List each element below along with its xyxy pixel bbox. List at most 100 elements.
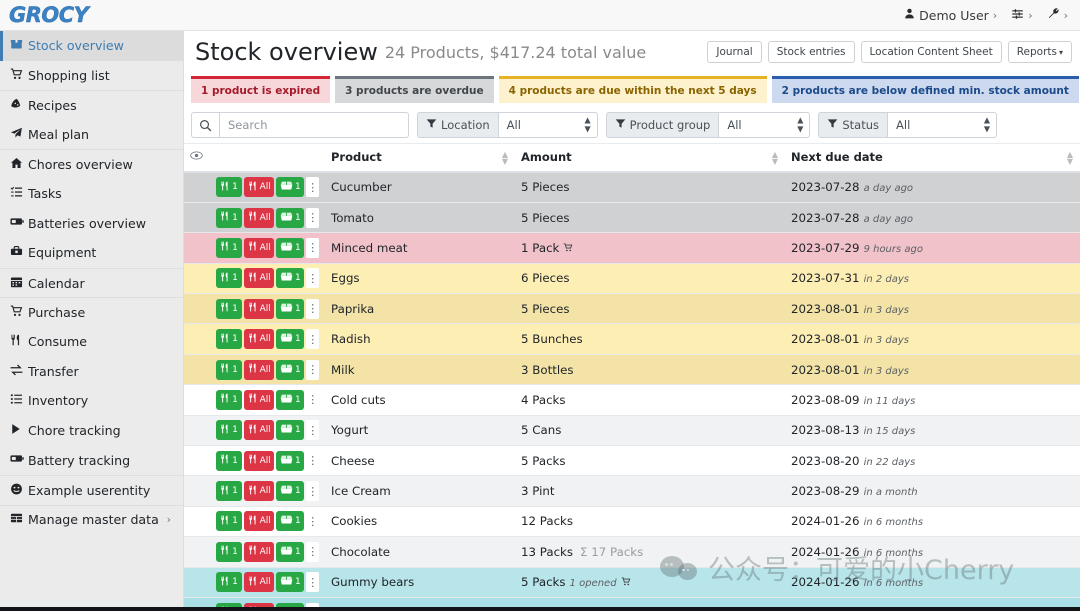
sidebar-item-battery-tracking[interactable]: Battery tracking xyxy=(0,445,183,475)
consume-all-button[interactable]: All xyxy=(244,177,275,198)
consume-one-button[interactable]: 1 xyxy=(216,298,242,319)
column-header-product[interactable]: Product ▲ ▼ xyxy=(325,144,515,173)
sidebar-item-shopping-list[interactable]: Shopping list xyxy=(0,61,183,91)
dots-vertical-icon[interactable]: ⋮ xyxy=(306,481,319,502)
consume-one-button[interactable]: 1 xyxy=(216,481,242,502)
dots-vertical-icon[interactable]: ⋮ xyxy=(306,359,319,380)
open-one-button[interactable]: 1 xyxy=(276,177,305,198)
status-card-overdue[interactable]: 3 products are overdue xyxy=(335,76,494,103)
consume-one-button[interactable]: 1 xyxy=(216,237,242,258)
consume-one-button[interactable]: 1 xyxy=(216,389,242,410)
location-filter-select[interactable]: All ▲ ▼ xyxy=(497,112,598,138)
open-one-button[interactable]: 1 xyxy=(276,389,305,410)
consume-one-button[interactable]: 1 xyxy=(216,177,242,198)
stock-entries-button[interactable]: Stock entries xyxy=(767,41,855,63)
consume-all-button[interactable]: All xyxy=(244,268,275,289)
consume-one-button[interactable]: 1 xyxy=(216,359,242,380)
open-one-button[interactable]: 1 xyxy=(276,420,305,441)
sidebar-item-batteries-overview[interactable]: Batteries overview xyxy=(0,209,183,239)
dots-vertical-icon[interactable]: ⋮ xyxy=(306,511,319,532)
consume-one-button[interactable]: 1 xyxy=(216,329,242,350)
status-card-duesoon[interactable]: 4 products are due within the next 5 day… xyxy=(498,76,767,103)
consume-one-button[interactable]: 1 xyxy=(216,450,242,471)
table-row[interactable]: 1 All 1 ⋮ Chocolate 13 Packs Σ 17 Packs 2024-01… xyxy=(184,536,1080,568)
consume-all-button[interactable]: All xyxy=(244,420,275,441)
dots-vertical-icon[interactable]: ⋮ xyxy=(306,329,319,350)
tools-menu[interactable]: › xyxy=(1047,7,1068,23)
open-one-button[interactable]: 1 xyxy=(276,572,305,593)
dots-vertical-icon[interactable]: ⋮ xyxy=(306,237,319,258)
open-one-button[interactable]: 1 xyxy=(276,237,305,258)
dots-vertical-icon[interactable]: ⋮ xyxy=(306,389,319,410)
open-one-button[interactable]: 1 xyxy=(276,268,305,289)
table-row[interactable]: 1 All 1 ⋮ Cucumber 5 Pieces 2023-07-28 a day ag… xyxy=(184,172,1080,203)
reports-button[interactable]: Reports ▾ xyxy=(1007,41,1072,63)
consume-all-button[interactable]: All xyxy=(244,541,275,562)
location-content-sheet-button[interactable]: Location Content Sheet xyxy=(860,41,1002,63)
sidebar-item-recipes[interactable]: Recipes xyxy=(0,90,183,120)
open-one-button[interactable]: 1 xyxy=(276,541,305,562)
dots-vertical-icon[interactable]: ⋮ xyxy=(306,572,319,593)
consume-all-button[interactable]: All xyxy=(244,511,275,532)
settings-menu[interactable]: › xyxy=(1011,8,1033,23)
table-row[interactable]: 1 All 1 ⋮ Radish 5 Bunches 2023-08-01 in 3 days xyxy=(184,323,1080,355)
open-one-button[interactable]: 1 xyxy=(276,481,305,502)
sidebar-item-tasks[interactable]: Tasks xyxy=(0,179,183,209)
sidebar-item-inventory[interactable]: Inventory xyxy=(0,386,183,416)
dots-vertical-icon[interactable]: ⋮ xyxy=(306,268,319,289)
open-one-button[interactable]: 1 xyxy=(276,511,305,532)
journal-button[interactable]: Journal xyxy=(707,41,762,63)
column-header-amount[interactable]: Amount ▲ ▼ xyxy=(515,144,785,173)
column-header-next-due-date[interactable]: Next due date ▲ ▼ xyxy=(785,144,1080,173)
table-row[interactable]: 1 All 1 ⋮ Eggs 6 Pieces 2023-07-31 in 2 days xyxy=(184,263,1080,295)
dots-vertical-icon[interactable]: ⋮ xyxy=(306,177,319,198)
sidebar-item-chore-tracking[interactable]: Chore tracking xyxy=(0,416,183,446)
dots-vertical-icon[interactable]: ⋮ xyxy=(306,420,319,441)
open-one-button[interactable]: 1 xyxy=(276,329,305,350)
dots-vertical-icon[interactable]: ⋮ xyxy=(306,541,319,562)
product-group-filter-select[interactable]: All ▲ ▼ xyxy=(718,112,811,138)
dots-vertical-icon[interactable]: ⋮ xyxy=(306,298,319,319)
consume-all-button[interactable]: All xyxy=(244,329,275,350)
consume-all-button[interactable]: All xyxy=(244,572,275,593)
sidebar-item-example-userentity[interactable]: Example userentity xyxy=(0,474,183,505)
table-row[interactable]: 1 All 1 ⋮ Cold cuts 4 Packs 2023-08-09 in 11 da… xyxy=(184,384,1080,416)
consume-one-button[interactable]: 1 xyxy=(216,511,242,532)
sidebar-item-manage-master-data[interactable]: Manage master data › xyxy=(0,504,183,535)
sidebar-item-consume[interactable]: Consume xyxy=(0,327,183,357)
table-row[interactable]: 1 All 1 ⋮ Yogurt 5 Cans 2023-08-13 in 15 days xyxy=(184,415,1080,447)
consume-all-button[interactable]: All xyxy=(244,481,275,502)
sidebar-item-meal-plan[interactable]: Meal plan xyxy=(0,120,183,150)
consume-one-button[interactable]: 1 xyxy=(216,572,242,593)
sidebar-item-equipment[interactable]: Equipment xyxy=(0,238,183,268)
sidebar-item-transfer[interactable]: Transfer xyxy=(0,357,183,387)
consume-one-button[interactable]: 1 xyxy=(216,420,242,441)
sidebar-item-chores-overview[interactable]: Chores overview xyxy=(0,149,183,179)
dots-vertical-icon[interactable]: ⋮ xyxy=(306,207,319,228)
consume-all-button[interactable]: All xyxy=(244,237,275,258)
consume-one-button[interactable]: 1 xyxy=(216,541,242,562)
open-one-button[interactable]: 1 xyxy=(276,359,305,380)
table-row[interactable]: 1 All 1 ⋮ Paprika 5 Pieces 2023-08-01 in 3 days xyxy=(184,293,1080,325)
open-one-button[interactable]: 1 xyxy=(276,207,305,228)
consume-all-button[interactable]: All xyxy=(244,389,275,410)
consume-all-button[interactable]: All xyxy=(244,359,275,380)
consume-one-button[interactable]: 1 xyxy=(216,207,242,228)
consume-all-button[interactable]: All xyxy=(244,207,275,228)
dots-vertical-icon[interactable]: ⋮ xyxy=(306,450,319,471)
column-header-visibility[interactable] xyxy=(184,144,210,173)
sidebar-item-stock-overview[interactable]: Stock overview xyxy=(0,31,183,61)
open-one-button[interactable]: 1 xyxy=(276,298,305,319)
table-row[interactable]: 1 All 1 ⋮ Cheese 5 Packs 2023-08-20 in 22 days xyxy=(184,445,1080,477)
consume-one-button[interactable]: 1 xyxy=(216,268,242,289)
table-row[interactable]: 1 All 1 ⋮ Ice Cream 3 Pint 2023-08-29 in a mont… xyxy=(184,475,1080,507)
table-row[interactable]: 1 All 1 ⋮ Tomato 5 Pieces 2023-07-28 a day ago xyxy=(184,202,1080,234)
consume-all-button[interactable]: All xyxy=(244,298,275,319)
table-row[interactable]: 1 All 1 ⋮ Minced meat 1 Pack 2023-07-29 9 hours… xyxy=(184,232,1080,264)
consume-all-button[interactable]: All xyxy=(244,450,275,471)
table-row[interactable]: 1 All 1 ⋮ Milk 3 Bottles 2023-08-01 in 3 days xyxy=(184,354,1080,386)
status-card-expired[interactable]: 1 product is expired xyxy=(191,76,331,103)
sidebar-item-purchase[interactable]: Purchase xyxy=(0,297,183,327)
user-menu[interactable]: Demo User › xyxy=(904,8,997,23)
open-one-button[interactable]: 1 xyxy=(276,450,305,471)
